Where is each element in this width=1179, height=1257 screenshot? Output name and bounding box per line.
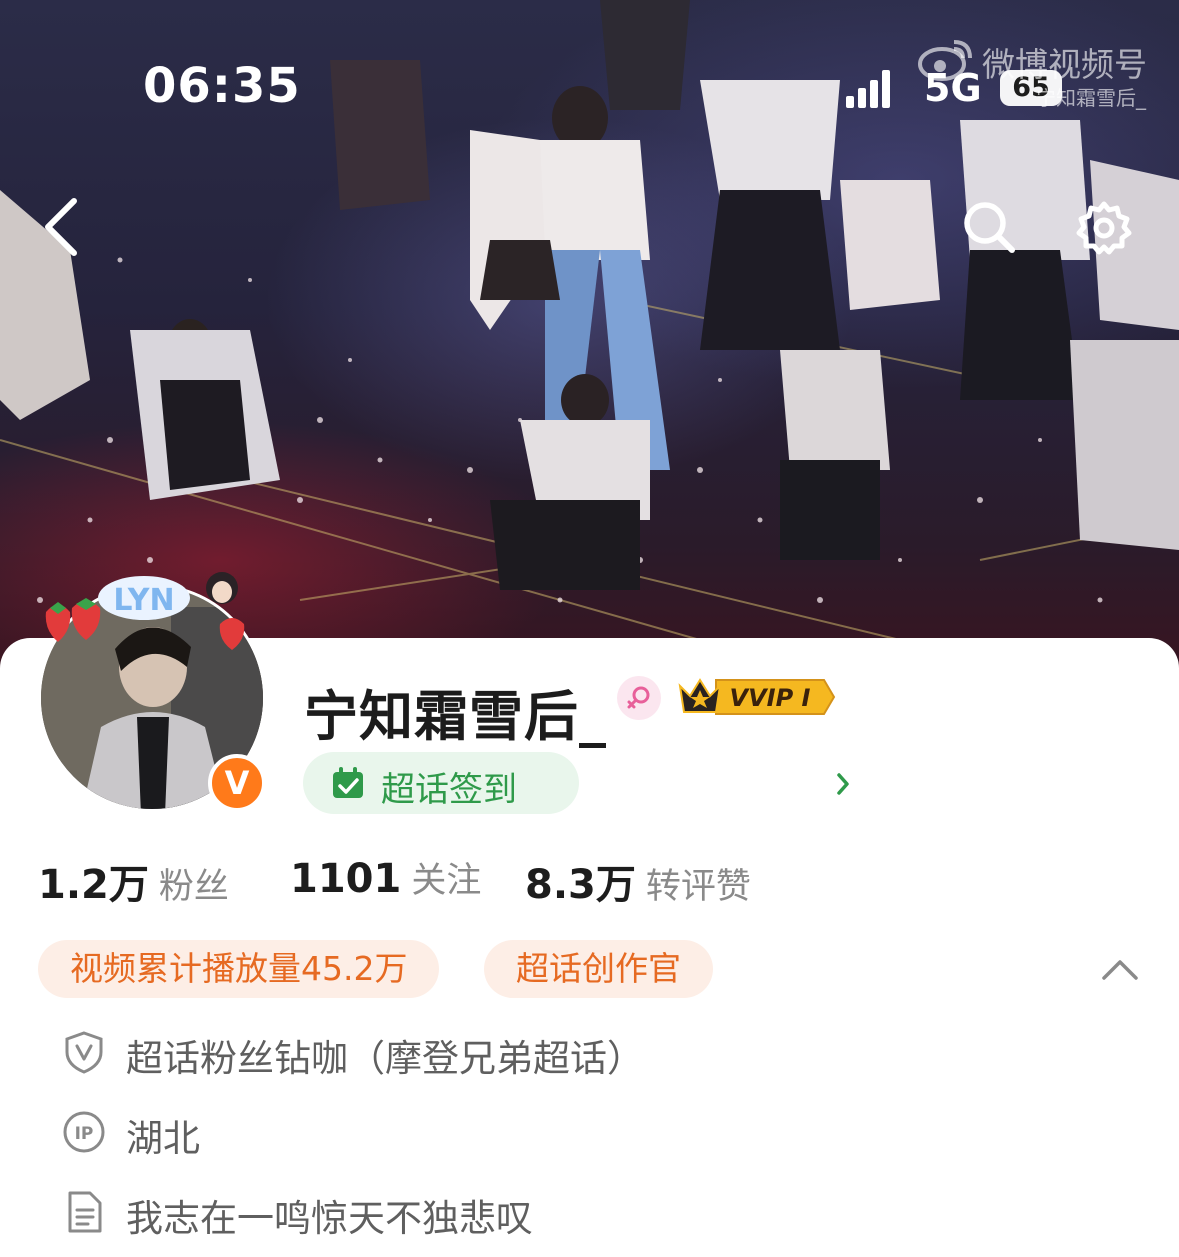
stat-followers-label: 粉丝 bbox=[158, 867, 229, 907]
stat-following-value: 1101 bbox=[290, 856, 402, 902]
info-ip-text: 湖北 bbox=[126, 1117, 200, 1160]
info-fan-level-text: 超话粉丝钻咖（摩登兄弟超话） bbox=[126, 1037, 644, 1080]
watermark-user: 宁知霜雪后_ bbox=[1036, 86, 1146, 110]
info-row-fan-level[interactable]: 超话粉丝钻咖（摩登兄弟超话） bbox=[62, 1024, 962, 1080]
weibo-logo-icon bbox=[918, 40, 972, 81]
search-button[interactable] bbox=[956, 194, 1022, 260]
stat-interactions-value: 8.3万 bbox=[525, 862, 636, 908]
tag-video-plays[interactable]: 视频累计播放量45.2万 bbox=[38, 940, 440, 998]
tag-topic-creator[interactable]: 超话创作官 bbox=[484, 940, 713, 998]
signal-icon bbox=[846, 70, 890, 108]
back-button[interactable] bbox=[30, 196, 90, 258]
stat-following[interactable]: 1101 关注 bbox=[290, 852, 481, 903]
info-bio-text: 我志在一鸣惊天不独悲叹 bbox=[126, 1197, 533, 1240]
gear-icon bbox=[1076, 201, 1132, 255]
stat-following-label: 关注 bbox=[411, 861, 482, 901]
stat-followers-value: 1.2万 bbox=[38, 862, 149, 908]
search-icon bbox=[964, 202, 1015, 253]
ip-icon: IP bbox=[63, 1111, 105, 1153]
username: 宁知霜雪后_ bbox=[304, 685, 607, 748]
stat-interactions-label: 转评赞 bbox=[645, 867, 751, 907]
collapse-button[interactable] bbox=[1098, 952, 1142, 988]
calendar-check-icon bbox=[333, 767, 363, 798]
info-row-bio: 我志在一鸣惊天不独悲叹 bbox=[62, 1184, 962, 1240]
checkin-label: 超话签到 bbox=[381, 770, 517, 810]
chevron-right-icon bbox=[837, 773, 849, 795]
checkin-button[interactable]: 超话签到 bbox=[303, 752, 849, 814]
female-icon bbox=[617, 676, 661, 720]
watermark-title: 微博视频号 bbox=[982, 45, 1147, 84]
chevron-left-icon bbox=[45, 198, 77, 256]
avatar-pendant-icon: LYN bbox=[45, 572, 245, 650]
crown-icon: VVIP I bbox=[678, 678, 836, 715]
verified-badge-icon[interactable]: V bbox=[208, 754, 266, 812]
chevron-up-icon bbox=[1102, 960, 1138, 980]
info-row-ip: IP 湖北 bbox=[62, 1104, 962, 1160]
pendant-text: LYN bbox=[113, 583, 174, 618]
settings-button[interactable] bbox=[1070, 194, 1138, 262]
svg-text:IP: IP bbox=[75, 1124, 94, 1144]
vip-badge[interactable]: VVIP I bbox=[676, 672, 836, 722]
shield-v-icon bbox=[65, 1031, 103, 1074]
vip-label: VVIP I bbox=[730, 684, 811, 712]
stat-followers[interactable]: 1.2万 粉丝 bbox=[38, 852, 229, 910]
status-time: 06:35 bbox=[143, 58, 301, 114]
document-icon bbox=[68, 1191, 102, 1233]
stat-interactions[interactable]: 8.3万 转评赞 bbox=[525, 852, 751, 910]
